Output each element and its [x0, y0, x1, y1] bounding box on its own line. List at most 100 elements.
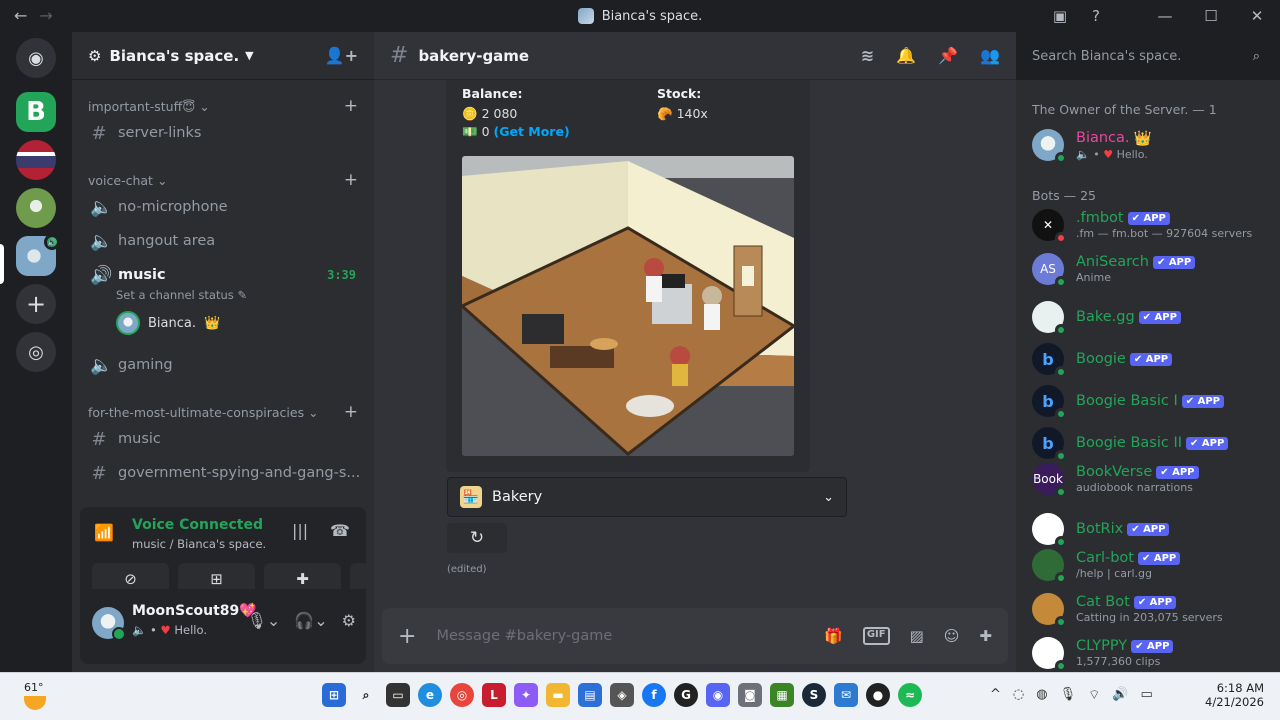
settings-gear-icon[interactable]: ⚙	[342, 611, 356, 630]
gif-button[interactable]: GIF	[862, 627, 890, 645]
member-bot[interactable]: b Boogie Basic I ✔ APP	[1032, 380, 1272, 422]
attach-plus-icon[interactable]: +	[398, 624, 416, 649]
battery-icon[interactable]: ▭	[1141, 687, 1153, 703]
inbox-icon[interactable]: ▣	[1042, 7, 1078, 25]
facebook-icon[interactable]: f	[642, 683, 666, 707]
member-bot[interactable]: Carl-bot ✔ APP/help | carl.gg	[1032, 544, 1272, 586]
explore-icon[interactable]: ◎	[16, 332, 56, 372]
minecraft-icon[interactable]: ▦	[770, 683, 794, 707]
notification-bell-icon[interactable]: 🔔	[896, 46, 916, 65]
add-channel-icon[interactable]: +	[344, 402, 358, 422]
pin-icon[interactable]: 📌	[938, 46, 958, 65]
add-channel-icon[interactable]: +	[344, 96, 358, 116]
channel-gaming[interactable]: 🔈 gaming	[80, 349, 366, 381]
voice-user-name: Bianca.	[148, 315, 196, 331]
server-header[interactable]: ⚙ Bianca's space. ▼ 👤+	[72, 32, 374, 80]
discord-home-icon[interactable]: ◉	[16, 38, 56, 78]
file-explorer-icon[interactable]: ▬	[546, 683, 570, 707]
help-icon[interactable]: ?	[1078, 7, 1114, 25]
tray-app-icon[interactable]: ◌	[1013, 687, 1024, 703]
tray-app-icon[interactable]: ◍	[1036, 687, 1047, 703]
minimize-icon[interactable]: —	[1142, 7, 1188, 25]
maximize-icon[interactable]: ☐	[1188, 7, 1234, 25]
channel-music-voice[interactable]: 🔊 music 3:39	[80, 259, 366, 291]
add-server-icon[interactable]: +	[16, 284, 56, 324]
disconnect-icon[interactable]: ☎	[330, 521, 350, 540]
bakery-select[interactable]: 🏪 Bakery ⌄	[447, 477, 847, 517]
github-icon[interactable]: G	[674, 683, 698, 707]
message-input[interactable]: Message #bakery-game	[436, 628, 612, 644]
task-view-icon[interactable]: ▭	[386, 683, 410, 707]
bakery-scene-image[interactable]	[462, 156, 794, 456]
store-icon[interactable]: ▤	[578, 683, 602, 707]
category-conspiracies[interactable]: for-the-most-ultimate-conspiracies ⌄ +	[88, 402, 358, 422]
headphones-icon[interactable]: 🎧⌄	[294, 611, 327, 630]
server-flag-icon[interactable]	[16, 140, 56, 180]
steam-icon[interactable]: S	[802, 683, 826, 707]
channel-no-microphone[interactable]: 🔈 no-microphone	[80, 191, 366, 223]
member-list-icon[interactable]: 👥	[980, 46, 1000, 65]
signal-icon[interactable]: 📶	[94, 523, 114, 542]
microphone-icon[interactable]: 🎙⌄	[247, 611, 281, 630]
discord-taskbar-icon[interactable]: ◉	[706, 683, 730, 707]
get-more-link[interactable]: (Get More)	[494, 124, 570, 139]
title-bar: ← → Bianca's space. ▣ ? — ☐ ✕	[0, 0, 1280, 32]
member-bot[interactable]: b Boogie ✔ APP	[1032, 338, 1272, 380]
chevron-up-icon[interactable]: ^	[990, 687, 1001, 703]
server-biancas-space-icon[interactable]: 🔊	[16, 234, 60, 276]
member-bot[interactable]: Book BookVerse ✔ APP audiobook narrations	[1032, 458, 1272, 500]
weather-widget[interactable]: 61°	[24, 681, 46, 710]
server-cat-icon[interactable]	[16, 188, 56, 228]
speaker-icon: 🔊	[90, 264, 113, 286]
voice-status-sub[interactable]: music / Bianca's space.	[132, 537, 266, 551]
channel-status[interactable]: Set a channel status ✎	[116, 288, 247, 302]
microphone-icon[interactable]: 🎙	[1060, 687, 1077, 703]
copilot-icon[interactable]: ✦	[514, 683, 538, 707]
obs-icon[interactable]: ●	[866, 683, 890, 707]
member-bot[interactable]: AS AniSearch ✔ APP Anime	[1032, 248, 1272, 290]
voice-user[interactable]: Bianca. 👑	[116, 311, 220, 335]
clock[interactable]: 6:18 AM 4/21/2026	[1198, 681, 1264, 709]
refresh-button[interactable]: ↻	[447, 523, 507, 553]
edge-icon[interactable]: e	[418, 683, 442, 707]
server-b-icon[interactable]: B	[16, 92, 56, 132]
threads-icon[interactable]: ≋	[861, 46, 874, 65]
volume-icon[interactable]: 🔊	[1112, 687, 1128, 703]
app-icon[interactable]: ◈	[610, 683, 634, 707]
apps-icon[interactable]: ✚	[979, 627, 992, 645]
stock-amount: 140x	[676, 106, 708, 121]
add-channel-icon[interactable]: +	[344, 170, 358, 190]
sticker-icon[interactable]: ▨	[910, 627, 924, 645]
start-icon[interactable]: ⊞	[322, 683, 346, 707]
member-bot[interactable]: Bake.gg ✔ APP	[1032, 296, 1272, 338]
invite-icon[interactable]: 👤+	[325, 46, 358, 65]
voice-status-title[interactable]: Voice Connected	[132, 517, 263, 533]
channel-server-links[interactable]: # server-links	[80, 117, 366, 149]
chrome-icon[interactable]: ◎	[450, 683, 474, 707]
member-owner[interactable]: Bianca. 👑 🔈 • ♥ Hello.	[1032, 124, 1272, 166]
channel-hangout-area[interactable]: 🔈 hangout area	[80, 225, 366, 257]
wifi-icon[interactable]: ⌔	[1088, 687, 1100, 703]
search-icon[interactable]: ⌕	[354, 683, 378, 707]
mail-icon[interactable]: ✉	[834, 683, 858, 707]
emoji-icon[interactable]: ☺	[944, 627, 960, 645]
channel-government-spying[interactable]: # government-spying-and-gang-s...	[80, 457, 366, 489]
spotify-icon[interactable]: ≈	[898, 683, 922, 707]
search-input[interactable]: Search Bianca's space. ⌕	[1024, 41, 1268, 71]
status-dot-icon	[1055, 366, 1067, 378]
channel-music-text[interactable]: # music	[80, 423, 366, 455]
gift-icon[interactable]: 🎁	[824, 627, 843, 645]
noise-suppression-icon[interactable]: |||	[292, 521, 308, 540]
window-controls: ▣ ? — ☐ ✕	[1042, 0, 1280, 32]
category-important-stuff[interactable]: important-stuff😇 ⌄ +	[88, 96, 358, 116]
member-bot[interactable]: Cat Bot ✔ APP Catting in 203,075 servers	[1032, 588, 1272, 630]
message-composer[interactable]: + Message #bakery-game 🎁 GIF ▨ ☺ ✚	[382, 608, 1008, 664]
close-icon[interactable]: ✕	[1234, 7, 1280, 25]
user-name[interactable]: MoonScout89💖	[132, 603, 257, 619]
camera-icon[interactable]: ◙	[738, 683, 762, 707]
member-bot[interactable]: ✕ .fmbot ✔ APP .fm — fm.bot — 927604 server…	[1032, 204, 1272, 246]
lastpass-icon[interactable]: L	[482, 683, 506, 707]
member-bot[interactable]: CLYPPY ✔ APP 1,577,360 clips	[1032, 632, 1272, 672]
avatar[interactable]	[92, 607, 126, 641]
category-voice-chat[interactable]: voice-chat ⌄ +	[88, 170, 358, 190]
